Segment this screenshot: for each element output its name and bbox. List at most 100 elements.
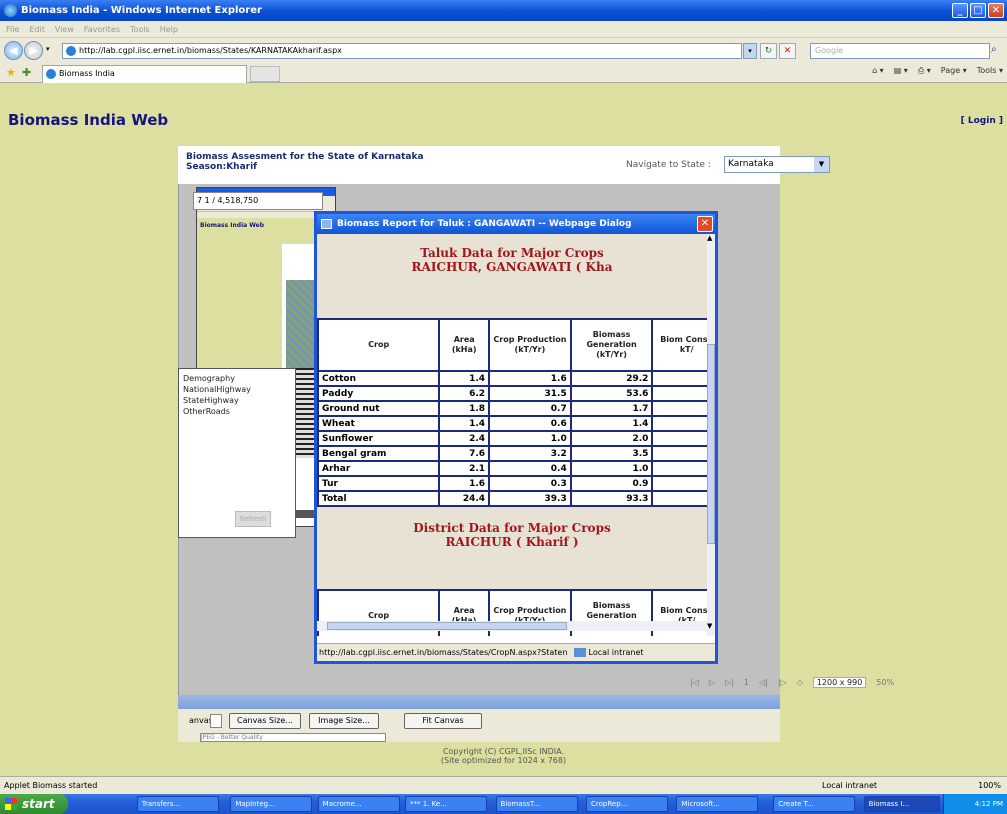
zoom-level[interactable]: 100% — [978, 777, 1001, 794]
search-icon[interactable]: ⌕ — [991, 43, 1005, 59]
favorites-star-icon[interactable]: ★ — [6, 66, 16, 79]
report-dialog: Biomass Report for Taluk : GANGAWATI -- … — [314, 211, 718, 664]
scroll-down-icon[interactable]: ▼ — [707, 622, 712, 630]
first-page-icon[interactable]: |◁ — [690, 678, 699, 687]
menu-favorites[interactable]: Favorites — [84, 25, 120, 34]
scroll-up-icon[interactable]: ▲ — [707, 234, 712, 242]
prev-page-icon[interactable]: ▷ — [709, 678, 715, 687]
value-cell: 2.1 — [438, 460, 491, 477]
image-size-button[interactable]: Image Size... — [309, 713, 379, 729]
address-bar-row: ◀ ▶ ▾ http://lab.cgpl.iisc.ernet.in/biom… — [0, 37, 1007, 63]
value-cell: 39.3 — [488, 490, 572, 507]
taskbar-item[interactable]: Create T... — [773, 796, 856, 812]
site-footer: Copyright (C) CGPL,IISc INDIA. (Site opt… — [0, 742, 1007, 776]
page-number: 1 — [743, 678, 749, 687]
home-icon[interactable]: ⌂ ▾ — [872, 66, 884, 76]
chevron-down-icon[interactable]: ▼ — [814, 157, 829, 172]
taskbar-item[interactable]: *** 1. Ke... — [405, 796, 488, 812]
fit-canvas-button[interactable]: Fit Canvas — [404, 713, 482, 729]
window-title-bar: Biomass India - Windows Internet Explore… — [0, 0, 1007, 21]
minimize-button[interactable]: _ — [952, 3, 968, 18]
back-button[interactable]: ◀ — [4, 41, 23, 60]
image-scroll-strip — [178, 695, 780, 709]
scroll-thumb[interactable] — [707, 344, 715, 544]
menu-tools[interactable]: Tools — [130, 25, 150, 34]
new-tab-button[interactable] — [250, 66, 280, 82]
value-cell: 3.2 — [488, 445, 572, 462]
intranet-icon — [573, 648, 586, 657]
address-input[interactable]: http://lab.cgpl.iisc.ernet.in/biomass/St… — [62, 43, 742, 59]
canvas-size-button[interactable]: Canvas Size... — [229, 713, 301, 729]
value-cell: 0.6 — [488, 415, 572, 432]
taskbar-item[interactable]: BiomassT... — [495, 796, 578, 812]
canvas-color-box[interactable] — [210, 714, 222, 728]
menu-help[interactable]: Help — [160, 25, 178, 34]
taluk-heading-line1: Taluk Data for Major Crops — [420, 246, 604, 260]
taskbar-item[interactable]: Macrome... — [317, 796, 400, 812]
feeds-icon[interactable]: ▤ ▾ — [894, 66, 908, 76]
legend-state-highway[interactable]: StateHighway — [179, 395, 295, 406]
system-tray: 4:12 PM — [943, 794, 1007, 814]
tab-biomass-india[interactable]: Biomass India — [42, 65, 247, 83]
taskbar-item[interactable]: Transfers... — [136, 796, 219, 812]
footer-copyright: Copyright (C) CGPL,IISc INDIA. — [442, 747, 565, 756]
address-dropdown-icon[interactable]: ▾ — [743, 43, 757, 59]
table-row: Bengal gram 7.6 3.2 3.5 — [317, 445, 707, 462]
district-heading-line2: RAICHUR ( Kharif ) — [445, 535, 579, 549]
value-cell: 0.9 — [569, 475, 654, 492]
dialog-vertical-scrollbar[interactable]: ▲ ▼ — [707, 234, 715, 636]
status-text: Applet Biomass started — [4, 781, 98, 790]
forward-button[interactable]: ▶ — [24, 41, 43, 60]
close-button[interactable]: ✕ — [988, 3, 1004, 18]
start-button[interactable]: start — [0, 794, 68, 814]
refresh-icon[interactable]: ↻ — [760, 43, 777, 59]
state-select[interactable]: Karnataka ▼ — [724, 156, 830, 173]
menu-edit[interactable]: Edit — [29, 25, 45, 34]
taskbar-item[interactable]: MapInteg... — [230, 796, 313, 812]
recent-pages-dropdown-icon[interactable]: ▾ — [46, 45, 50, 53]
tools-menu[interactable]: Tools ▾ — [977, 66, 1003, 76]
dialog-status-bar: http://lab.cgpl.iisc.ernet.in/biomass/St… — [317, 643, 715, 661]
cut-off-cell — [651, 460, 707, 477]
menu-view[interactable]: View — [55, 25, 74, 34]
value-cell: 1.8 — [438, 400, 491, 417]
dialog-status-zone: Local intranet — [588, 648, 644, 657]
left-margin — [0, 146, 178, 742]
district-heading: District Data for Major Crops RAICHUR ( … — [317, 507, 707, 589]
taluk-table-body: Cotton 1.4 1.6 29.2 Paddy 6.2 31.5 53.6 Ground n… — [317, 370, 707, 507]
stop-icon[interactable]: ✕ — [779, 43, 796, 59]
menu-file[interactable]: File — [6, 25, 19, 34]
rewind-icon[interactable]: ◁| — [759, 678, 768, 687]
dialog-horizontal-scrollbar[interactable] — [317, 621, 707, 631]
diamond-icon[interactable]: ◇ — [797, 678, 803, 687]
value-cell: 0.7 — [488, 400, 572, 417]
hscroll-thumb[interactable] — [327, 622, 567, 630]
crop-name-cell: Tur — [317, 475, 441, 492]
page-menu[interactable]: Page ▾ — [941, 66, 967, 76]
add-favorite-icon[interactable]: ✚ — [22, 66, 31, 79]
legend-other-roads[interactable]: OtherRoads — [179, 406, 295, 417]
value-cell: 2.4 — [438, 430, 491, 447]
taskbar-item[interactable]: Microsoft... — [676, 796, 759, 812]
print-icon[interactable]: ⎙ ▾ — [918, 66, 931, 76]
value-cell: 53.6 — [569, 385, 654, 402]
taskbar-item[interactable]: Biomass I... — [863, 796, 940, 812]
refresh-button[interactable]: Refresh — [235, 511, 271, 527]
page-title-line1: Biomass Assesment for the State of Karna… — [186, 152, 424, 162]
dialog-close-button[interactable]: ✕ — [697, 216, 713, 232]
value-cell: 2.0 — [569, 430, 654, 447]
legend-demography[interactable]: Demography — [179, 373, 295, 384]
cut-off-cell — [651, 430, 707, 447]
maximize-button[interactable]: □ — [970, 3, 986, 18]
taskbar-item[interactable]: CropRep... — [586, 796, 668, 812]
value-cell: 1.6 — [488, 370, 572, 387]
forward-icon[interactable]: |▷ — [778, 678, 787, 687]
quality-select[interactable]: JPEG - Better Quality — [200, 733, 386, 742]
search-input[interactable]: Google — [810, 43, 990, 59]
value-cell: 31.5 — [488, 385, 572, 402]
thumb-legend — [293, 368, 315, 458]
last-page-icon[interactable]: ▷| — [725, 678, 734, 687]
login-link[interactable]: [ Login ] — [961, 116, 1003, 126]
table-row: Paddy 6.2 31.5 53.6 — [317, 385, 707, 402]
legend-national-highway[interactable]: NationalHighway — [179, 384, 295, 395]
